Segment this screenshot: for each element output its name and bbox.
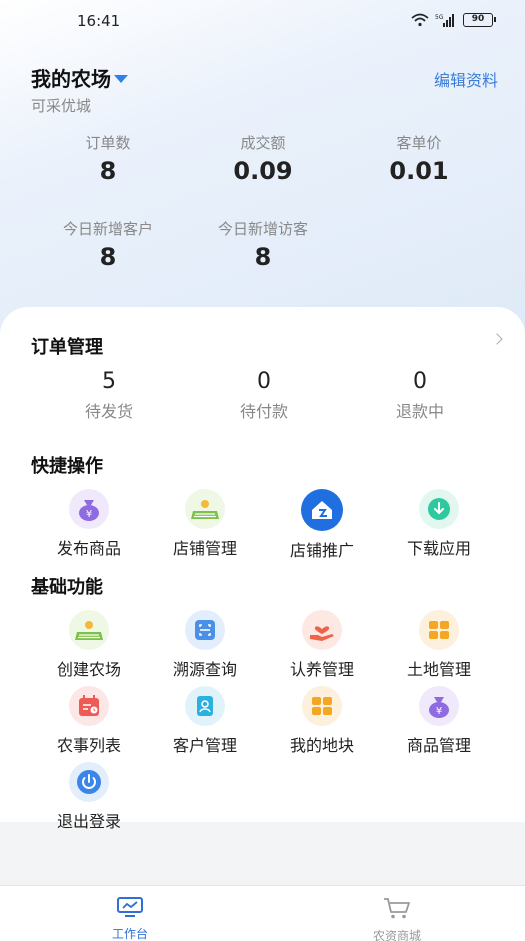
status-time: 16:41 (77, 12, 121, 30)
stat-orders: 订单数 8 (38, 132, 178, 185)
cart-icon (384, 898, 410, 919)
basic-adoption-management[interactable]: 认养管理 (267, 610, 377, 680)
tile-label: 创建农场 (56, 660, 121, 679)
order-label: 待发货 (84, 402, 133, 421)
stat-label: 订单数 (85, 134, 131, 152)
stat-turnover: 成交额 0.09 (193, 132, 333, 185)
basic-logout[interactable]: 退出登录 (34, 762, 144, 832)
order-count: 0 (413, 369, 427, 394)
money-bag-icon: ¥ (419, 686, 459, 726)
quick-store-management[interactable]: 店铺管理 (150, 489, 260, 559)
tile-label: 溯源查询 (172, 660, 237, 679)
stat-new-visitors: 今日新增访客 8 (193, 218, 333, 271)
monitor-icon (117, 897, 143, 917)
status-bar: 16:41 5G 90 (0, 0, 525, 44)
stat-value: 8 (99, 157, 117, 185)
tile-label: 退出登录 (56, 812, 121, 831)
tile-label: 我的地块 (289, 736, 354, 755)
tile-label: 认养管理 (289, 660, 354, 679)
basic-land-management[interactable]: 土地管理 (384, 610, 494, 680)
tile-label: 店铺管理 (172, 539, 237, 558)
basic-product-management[interactable]: ¥ 商品管理 (384, 686, 494, 756)
quick-store-promotion[interactable]: 店铺推广 (267, 489, 377, 561)
quick-publish-product[interactable]: ¥ 发布商品 (34, 489, 144, 559)
order-count: 5 (102, 369, 116, 394)
edit-profile-link[interactable]: 编辑资料 (434, 67, 498, 91)
order-count: 0 (257, 369, 271, 394)
stat-value: 8 (254, 243, 272, 271)
bottom-nav: 工作台 农资商城 (0, 885, 525, 941)
tile-label: 商品管理 (406, 736, 471, 755)
id-card-icon (185, 686, 225, 726)
stat-label: 客单价 (396, 134, 442, 152)
basic-functions-title: 基础功能 (31, 577, 103, 598)
order-pending-ship[interactable]: 5 待发货 (49, 369, 169, 422)
tile-label: 土地管理 (406, 660, 471, 679)
svg-text:¥: ¥ (86, 509, 92, 520)
basic-my-plots[interactable]: 我的地块 (267, 686, 377, 756)
quick-actions-title: 快捷操作 (31, 456, 103, 477)
status-icons: 5G 90 (411, 13, 496, 27)
money-bag-icon: ¥ (69, 489, 109, 529)
stat-label: 今日新增访客 (217, 220, 308, 238)
stat-value: 0.01 (389, 157, 449, 185)
stat-label: 成交额 (240, 134, 286, 152)
stat-label: 今日新增客户 (62, 220, 153, 238)
stat-value: 8 (99, 243, 117, 271)
nav-label: 工作台 (111, 927, 148, 941)
order-pending-pay[interactable]: 0 待付款 (204, 369, 324, 422)
farm-field-icon (69, 610, 109, 650)
signal-icon: 5G (435, 14, 454, 27)
hand-heart-icon (302, 610, 342, 650)
basic-create-farm[interactable]: 创建农场 (34, 610, 144, 680)
basic-customer-management[interactable]: 客户管理 (150, 686, 260, 756)
nav-item-workbench[interactable]: 工作台 (70, 896, 190, 941)
tile-label: 客户管理 (172, 736, 237, 755)
tile-label: 农事列表 (56, 736, 121, 755)
farm-subtitle: 可采优城 (31, 97, 92, 115)
farm-field-icon (185, 489, 225, 529)
house-badge-icon (301, 489, 343, 531)
nav-label: 农资商城 (372, 929, 421, 941)
svg-text:¥: ¥ (436, 706, 442, 717)
battery-icon: 90 (463, 13, 496, 27)
network-label: 5G (435, 14, 444, 21)
order-label: 待付款 (239, 402, 288, 421)
farm-name: 我的农场 (31, 67, 111, 91)
order-refunding[interactable]: 0 退款中 (360, 369, 480, 422)
power-icon (69, 762, 109, 802)
tile-label: 发布商品 (56, 539, 121, 558)
order-management-title[interactable]: 订单管理 (31, 333, 103, 359)
tile-label: 店铺推广 (289, 541, 354, 560)
scan-icon (185, 610, 225, 650)
stat-new-customers: 今日新增客户 8 (38, 218, 178, 271)
land-grid-icon (419, 610, 459, 650)
download-icon (419, 489, 459, 529)
plot-grid-icon (302, 686, 342, 726)
calendar-icon (69, 686, 109, 726)
stat-avg-price: 客单价 0.01 (349, 132, 489, 185)
caret-down-icon (114, 74, 128, 83)
basic-farming-list[interactable]: 农事列表 (34, 686, 144, 756)
wifi-icon (411, 13, 429, 27)
quick-download-app[interactable]: 下载应用 (384, 489, 494, 559)
tile-label: 下载应用 (406, 539, 471, 558)
nav-item-agri-mall[interactable]: 农资商城 (337, 896, 457, 941)
order-label: 退款中 (395, 402, 444, 421)
basic-trace-query[interactable]: 溯源查询 (150, 610, 260, 680)
farm-selector[interactable]: 我的农场 (31, 63, 128, 92)
stat-value: 0.09 (233, 157, 293, 185)
